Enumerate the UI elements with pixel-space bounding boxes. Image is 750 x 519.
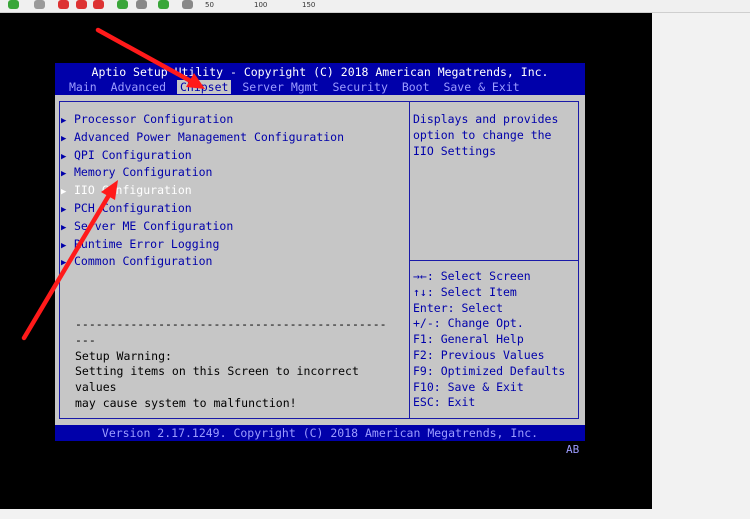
annotation-arrow-chipset bbox=[95, 27, 205, 89]
annotation-overlay bbox=[21, 27, 205, 341]
annotation-arrow-iio bbox=[21, 180, 118, 341]
